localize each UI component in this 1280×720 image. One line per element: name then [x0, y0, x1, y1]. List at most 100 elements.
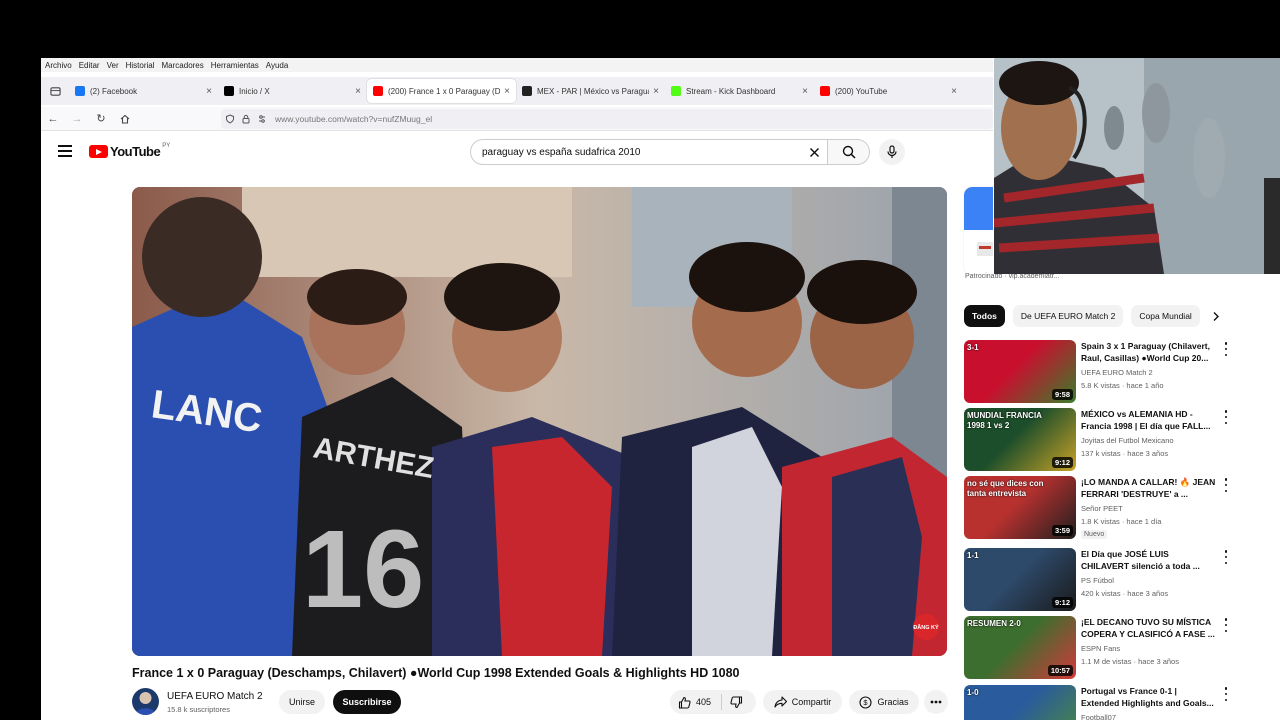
tab-list-button[interactable]: [41, 79, 69, 103]
recommendation-title[interactable]: El Día que JOSÉ LUIS CHILAVERT silenció …: [1081, 548, 1216, 572]
more-actions-button[interactable]: [924, 690, 948, 714]
recommendation-channel[interactable]: UEFA EURO Match 2: [1081, 368, 1153, 377]
recommendation-thumbnail[interactable]: MUNDIAL FRANCIA 1998 1 vs 2 9:12: [964, 408, 1076, 471]
search-input[interactable]: paraguay vs españa sudafrica 2010: [482, 147, 801, 158]
chips-next-button[interactable]: [1206, 305, 1226, 327]
back-arrow-icon: ←: [47, 112, 59, 125]
chip-world-cup[interactable]: Copa Mundial: [1131, 305, 1200, 327]
more-vertical-icon[interactable]: [1222, 618, 1230, 632]
screen: Archivo Editar Ver Historial Marcadores …: [0, 0, 1280, 720]
permissions-icon: [259, 115, 265, 123]
chip-all[interactable]: Todos: [964, 305, 1005, 327]
microphone-icon: [887, 145, 897, 158]
like-count[interactable]: 405: [696, 697, 711, 707]
url-text: www.youtube.com/watch?v=nufZMuug_el: [275, 114, 433, 124]
video-player[interactable]: LANC ARTHEZ 16 ĐĂNG KÝ: [132, 187, 947, 656]
browser-tab[interactable]: Stream - Kick Dashboard ×: [665, 79, 814, 103]
recommendation-meta: 5.8 K vistas · hace 1 año: [1081, 381, 1164, 390]
recommendation-item[interactable]: 3-1 9:58 Spain 3 x 1 Paraguay (Chilavert, …: [964, 340, 1234, 404]
recommendation-item[interactable]: no sé que dices con tanta entrevista 3:59…: [964, 476, 1234, 540]
navigation-bar: ← → ↻ www.youtube.com/watch?v=nufZMuug_e…: [41, 107, 993, 131]
recommendation-title[interactable]: ¡EL DECANO TUVO SU MÍSTICA COPERA Y CLAS…: [1081, 616, 1216, 640]
close-tab-icon[interactable]: ×: [653, 86, 659, 97]
thumbnail-caption: no sé que dices con tanta entrevista: [967, 479, 1044, 498]
ad-card[interactable]: [964, 187, 993, 275]
youtube-logo[interactable]: YouTube PY: [89, 143, 170, 159]
menu-marcadores[interactable]: Marcadores: [162, 61, 204, 70]
recommendation-item[interactable]: RESUMEN 2-0 10:57 ¡EL DECANO TUVO SU MÍSTI…: [964, 616, 1234, 680]
clear-search-button[interactable]: [801, 147, 827, 158]
browser-tab[interactable]: (200) YouTube ×: [814, 79, 963, 103]
recommendation-channel[interactable]: Football07: [1081, 713, 1116, 720]
menu-ver[interactable]: Ver: [107, 61, 119, 70]
close-tab-icon[interactable]: ×: [504, 86, 510, 97]
recommendation-title[interactable]: MÉXICO vs ALEMANIA HD - Francia 1998 | E…: [1081, 408, 1216, 432]
browser-tab[interactable]: Inicio / X ×: [218, 79, 367, 103]
recommendation-item[interactable]: MUNDIAL FRANCIA 1998 1 vs 2 9:12 MÉXICO vs…: [964, 408, 1234, 472]
share-button[interactable]: Compartir: [763, 690, 842, 714]
close-tab-icon[interactable]: ×: [206, 86, 212, 97]
forward-button[interactable]: →: [65, 108, 89, 130]
channel-name[interactable]: UEFA EURO Match 2: [167, 691, 263, 702]
more-vertical-icon[interactable]: [1222, 687, 1230, 701]
recommendation-meta: 1.1 M de vistas · hace 3 años: [1081, 657, 1179, 666]
search-box[interactable]: paraguay vs españa sudafrica 2010: [470, 139, 828, 165]
menu-archivo[interactable]: Archivo: [45, 61, 72, 70]
more-vertical-icon[interactable]: [1222, 342, 1230, 356]
browser-tab[interactable]: MEX - PAR | México vs Paraguay ×: [516, 79, 665, 103]
recommendation-item[interactable]: 1-1 9:12 El Día que JOSÉ LUIS CHILAVERT si…: [964, 548, 1234, 612]
chip-channel[interactable]: De UEFA EURO Match 2: [1012, 305, 1124, 327]
menu-historial[interactable]: Historial: [126, 61, 155, 70]
recommendation-thumbnail[interactable]: 1-1 9:12: [964, 548, 1076, 611]
recommendation-channel[interactable]: Joyitas del Futbol Mexicano: [1081, 436, 1174, 445]
recommendation-thumbnail[interactable]: 3-1 9:58: [964, 340, 1076, 403]
chip-world-cup-label: Copa Mundial: [1139, 311, 1192, 321]
youtube-icon: [373, 86, 383, 96]
recommendation-title[interactable]: ¡LO MANDA A CALLAR! 🔥 JEAN FERRARI 'DEST…: [1081, 476, 1216, 500]
recommendation-thumbnail[interactable]: no sé que dices con tanta entrevista 3:59: [964, 476, 1076, 539]
recommendation-title[interactable]: Spain 3 x 1 Paraguay (Chilavert, Raul, C…: [1081, 340, 1216, 364]
reload-button[interactable]: ↻: [89, 108, 113, 130]
recommendation-thumbnail[interactable]: 1-0: [964, 685, 1076, 720]
more-vertical-icon[interactable]: [1222, 550, 1230, 564]
voice-search-button[interactable]: [879, 139, 905, 165]
video-frame: LANC ARTHEZ 16 ĐĂNG KÝ: [132, 187, 947, 656]
close-tab-icon[interactable]: ×: [355, 86, 361, 97]
join-button[interactable]: Unirse: [279, 690, 325, 714]
like-divider: [721, 694, 723, 710]
ad-banner: [964, 187, 993, 230]
recommendation-channel[interactable]: Señor PEET: [1081, 504, 1123, 513]
more-vertical-icon[interactable]: [1222, 410, 1230, 424]
tab-label: MEX - PAR | México vs Paraguay: [537, 86, 650, 96]
ad-logo-icon: [977, 242, 993, 256]
home-button[interactable]: [113, 108, 137, 130]
recommendation-channel[interactable]: ESPN Fans: [1081, 644, 1120, 653]
menu-herramientas[interactable]: Herramientas: [211, 61, 259, 70]
youtube-wordmark: YouTube: [110, 144, 161, 159]
recommendation-thumbnail[interactable]: RESUMEN 2-0 10:57: [964, 616, 1076, 679]
subscribe-button[interactable]: Suscribirse: [333, 690, 401, 714]
recommendation-item[interactable]: 1-0 Portugal vs France 0-1 | Extended Hig…: [964, 685, 1234, 720]
back-button[interactable]: ←: [41, 108, 65, 130]
browser-tab[interactable]: (2) Facebook ×: [69, 79, 218, 103]
address-bar[interactable]: www.youtube.com/watch?v=nufZMuug_el: [221, 109, 993, 129]
thanks-button[interactable]: $ Gracias: [849, 690, 919, 714]
search-button[interactable]: [828, 139, 870, 165]
menu-ayuda[interactable]: Ayuda: [266, 61, 289, 70]
channel-avatar[interactable]: [132, 688, 159, 715]
like-icon[interactable]: [678, 696, 691, 709]
tab-label: (200) France 1 x 0 Paraguay (De: [388, 86, 501, 96]
thumbnail-caption: 1-1: [967, 551, 979, 560]
tab-site-icon: [522, 86, 532, 96]
menu-editar[interactable]: Editar: [79, 61, 100, 70]
lock-icon: [242, 114, 250, 124]
more-vertical-icon[interactable]: [1222, 478, 1230, 492]
dislike-icon[interactable]: [730, 695, 743, 709]
tabs-icon: [49, 86, 61, 96]
browser-tab[interactable]: (200) France 1 x 0 Paraguay (De ×: [367, 79, 516, 103]
recommendation-title[interactable]: Portugal vs France 0-1 | Extended Highli…: [1081, 685, 1216, 709]
close-tab-icon[interactable]: ×: [802, 86, 808, 97]
recommendation-channel[interactable]: PS Fútbol: [1081, 576, 1114, 585]
menu-button[interactable]: [58, 145, 72, 157]
close-tab-icon[interactable]: ×: [951, 86, 957, 97]
